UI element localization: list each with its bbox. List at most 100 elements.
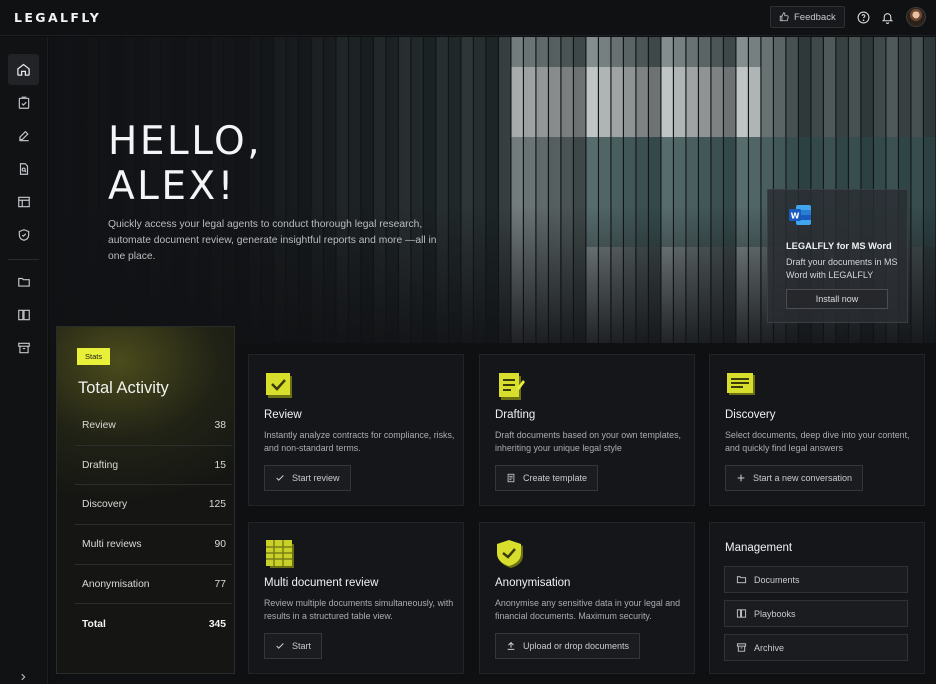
management-card: Management Documents Playbooks Archive — [709, 522, 925, 674]
start-multi-review-button[interactable]: Start — [264, 633, 323, 659]
archive-link[interactable]: Archive — [724, 634, 908, 661]
anonymisation-feature-icon — [497, 540, 523, 568]
install-now-button[interactable]: Install now — [786, 289, 888, 309]
management-title: Management — [725, 542, 793, 554]
multi-review-feature-icon — [266, 540, 294, 568]
stat-row-anonymisation: Anonymisation 77 — [75, 565, 232, 605]
word-promo-title: LEGALFLY for MS Word — [786, 241, 892, 251]
stat-total-label: Total — [82, 618, 106, 630]
stat-value: 125 — [208, 499, 226, 511]
stat-value: 77 — [214, 578, 226, 590]
documents-label: Documents — [754, 574, 800, 585]
main-content: HELLO, ALEX! Quickly access your legal a… — [49, 37, 936, 684]
playbooks-label: Playbooks — [754, 608, 796, 619]
top-bar: LEGALFLY Feedback — [0, 0, 936, 36]
stat-label: Review — [82, 419, 116, 431]
bell-icon[interactable] — [880, 10, 894, 24]
stat-label: Drafting — [82, 459, 119, 471]
drafting-title: Drafting — [495, 409, 536, 421]
hero-subtitle: Quickly access your legal agents to cond… — [108, 219, 437, 262]
create-template-button[interactable]: Create template — [495, 465, 599, 491]
multi-review-card: Multi document review Review multiple do… — [248, 522, 464, 674]
check-icon — [276, 475, 284, 481]
hero-title-line1: HELLO, — [108, 119, 263, 164]
start-conversation-label: Start a new conversation — [753, 473, 853, 483]
stat-label: Anonymisation — [82, 578, 150, 590]
plus-icon — [737, 474, 745, 482]
discovery-title: Discovery — [725, 409, 776, 421]
avatar[interactable] — [906, 7, 926, 27]
folder-icon[interactable] — [8, 266, 39, 297]
ms-word-promo-card: W LEGALFLY for MS Word Draft your docume… — [767, 189, 908, 323]
stat-row-review: Review 38 — [75, 406, 232, 446]
stat-row-multi-reviews: Multi reviews 90 — [75, 525, 232, 565]
archive-icon — [736, 643, 747, 652]
review-feature-icon — [266, 373, 292, 398]
review-title: Review — [264, 409, 302, 421]
book-icon[interactable] — [8, 299, 39, 330]
chevron-right-icon[interactable] — [16, 670, 30, 684]
stat-total-value: 345 — [208, 618, 226, 630]
feedback-button[interactable]: Feedback — [770, 6, 845, 28]
create-template-label: Create template — [523, 473, 588, 483]
drafting-feature-icon — [499, 373, 525, 400]
book-icon — [736, 609, 747, 618]
edit-icon[interactable] — [8, 120, 39, 151]
archive-label: Archive — [754, 642, 785, 653]
start-review-label: Start review — [292, 473, 340, 483]
feedback-label: Feedback — [794, 11, 836, 23]
upload-documents-button[interactable]: Upload or drop documents — [495, 633, 641, 659]
table-icon[interactable] — [8, 186, 39, 217]
check-icon — [276, 643, 284, 649]
stat-value: 15 — [214, 459, 226, 471]
home-icon[interactable] — [8, 54, 39, 85]
stat-label: Discovery — [82, 499, 128, 511]
word-icon: W — [789, 205, 811, 225]
start-review-button[interactable]: Start review — [264, 465, 351, 491]
sidebar-divider — [8, 259, 39, 260]
hero-banner: HELLO, ALEX! Quickly access your legal a… — [49, 37, 936, 343]
playbooks-link[interactable]: Playbooks — [724, 600, 908, 627]
document-search-icon[interactable] — [8, 153, 39, 184]
word-promo-description: Draft your documents in MS Word with LEG… — [786, 257, 898, 280]
shield-icon[interactable] — [8, 219, 39, 250]
stat-value: 38 — [214, 419, 226, 431]
drafting-description: Draft documents based on your own templa… — [495, 430, 681, 453]
start-conversation-button[interactable]: Start a new conversation — [725, 465, 864, 491]
stat-row-total: Total 345 — [75, 604, 232, 644]
upload-icon — [507, 641, 515, 650]
discovery-card: Discovery Select documents, deep dive in… — [709, 354, 925, 506]
stats-panel: Stats Total Activity Review 38 Drafting … — [56, 326, 235, 674]
hero-title: HELLO, ALEX! — [108, 119, 262, 209]
discovery-feature-icon — [727, 373, 755, 395]
document-icon — [507, 473, 515, 483]
anonymisation-title: Anonymisation — [495, 577, 571, 589]
multi-review-description: Review multiple documents simultaneously… — [264, 598, 454, 621]
start-multi-review-label: Start — [292, 641, 312, 651]
stat-label: Multi reviews — [82, 538, 142, 550]
review-description: Instantly analyze contracts for complian… — [264, 430, 455, 453]
help-icon[interactable] — [856, 10, 870, 24]
folder-icon — [736, 576, 747, 584]
stats-badge: Stats — [77, 348, 111, 365]
review-card: Review Instantly analyze contracts for c… — [248, 354, 464, 506]
stats-list: Review 38 Drafting 15 Discovery 125 Mult… — [75, 406, 232, 644]
documents-link[interactable]: Documents — [724, 566, 908, 593]
sidebar — [0, 37, 48, 684]
stat-row-drafting: Drafting 15 — [75, 446, 232, 486]
review-check-icon[interactable] — [8, 87, 39, 118]
stats-title: Total Activity — [78, 379, 169, 397]
multi-review-title: Multi document review — [264, 577, 379, 589]
hero-title-line2: ALEX! — [108, 164, 236, 209]
stat-value: 90 — [214, 538, 226, 550]
drafting-card: Drafting Draft documents based on your o… — [479, 354, 695, 506]
anonymisation-card: Anonymisation Anonymise any sensitive da… — [479, 522, 695, 674]
thumbs-up-icon — [779, 12, 789, 22]
discovery-description: Select documents, deep dive into your co… — [725, 430, 910, 453]
app-logo[interactable]: LEGALFLY — [14, 10, 101, 25]
svg-text:W: W — [791, 212, 800, 221]
stat-row-discovery: Discovery 125 — [75, 485, 232, 526]
anonymisation-description: Anonymise any sensitive data in your leg… — [495, 598, 681, 621]
upload-documents-label: Upload or drop documents — [523, 641, 630, 651]
archive-icon[interactable] — [8, 332, 39, 363]
